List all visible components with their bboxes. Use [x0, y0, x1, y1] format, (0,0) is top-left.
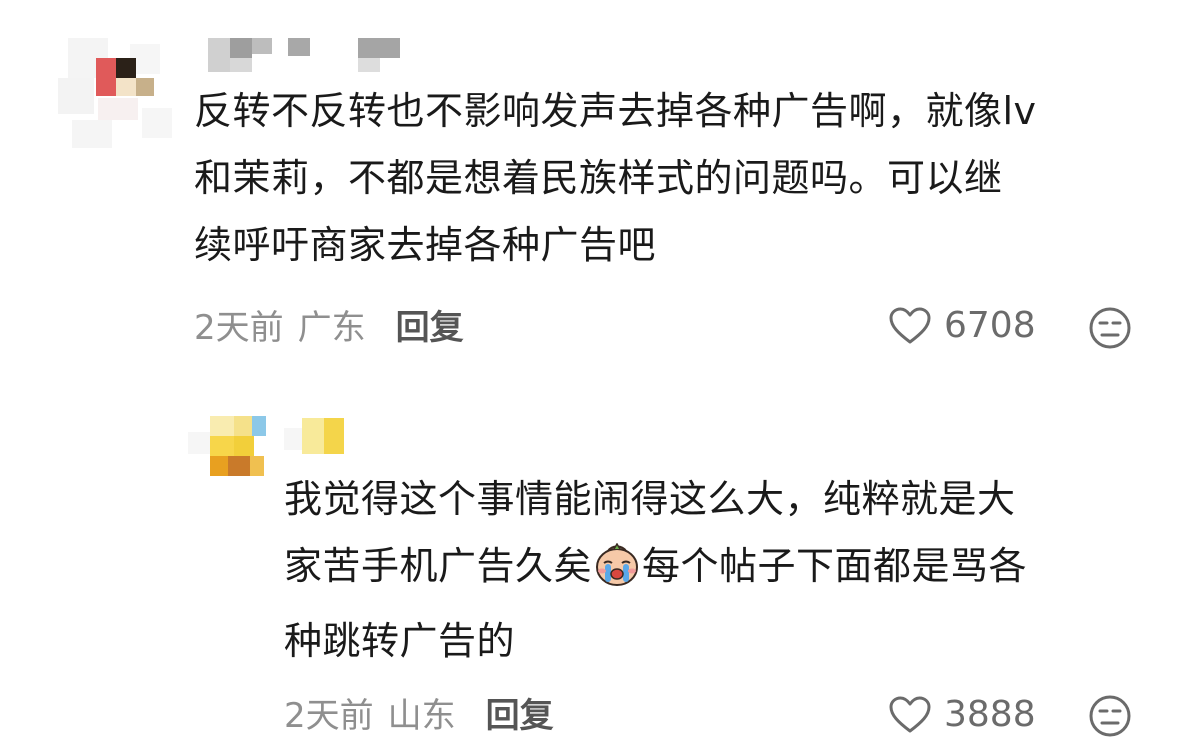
dislike-button[interactable]	[1088, 306, 1132, 354]
like-button[interactable]: 6708	[888, 305, 1036, 346]
comment-text-line: 家苦手机广告久矣 每个帖子下面都是骂各	[284, 533, 1027, 608]
like-count: 3888	[944, 694, 1036, 735]
username-blurred[interactable]	[208, 38, 408, 74]
comment-time: 2天前	[284, 696, 374, 736]
comment-location: 广东	[297, 308, 366, 348]
comment-text-line: 种跳转广告的	[284, 619, 516, 663]
comment-text-line: 续呼吁商家去掉各种广告吧	[194, 223, 657, 267]
like-count: 6708	[944, 305, 1036, 346]
comment-location: 山东	[387, 696, 456, 736]
meh-face-icon	[1089, 695, 1131, 737]
like-button[interactable]: 3888	[888, 694, 1036, 735]
comment-time: 2天前	[194, 308, 284, 348]
comment-meta: 2天前 山东 回复	[284, 696, 554, 736]
comment-text-segment: 每个帖子下面都是骂各	[642, 544, 1028, 588]
avatar[interactable]	[58, 38, 178, 148]
comment-meta: 2天前 广东 回复	[194, 308, 464, 348]
username-blurred[interactable]	[284, 418, 354, 458]
avatar[interactable]	[188, 416, 278, 478]
heart-outline-icon	[889, 307, 931, 343]
comment-text-line: 反转不反转也不影响发声去掉各种广告啊，就像lv	[194, 89, 1037, 133]
comment-text-segment: 家苦手机广告久矣	[284, 544, 593, 588]
comment-text-line: 和茉莉，不都是想着民族样式的问题吗。可以继	[194, 156, 1003, 200]
reply-button[interactable]: 回复	[486, 696, 554, 736]
comment-text-line: 我觉得这个事情能闹得这么大，纯粹就是大	[284, 477, 1016, 521]
comment-text: 反转不反转也不影响发声去掉各种广告啊，就像lv 和茉莉，不都是想着民族样式的问题…	[194, 78, 1037, 279]
dislike-button[interactable]	[1088, 694, 1132, 742]
meh-face-icon	[1089, 307, 1131, 349]
reply-button[interactable]: 回复	[396, 308, 464, 348]
crying-face-emoji	[594, 541, 640, 608]
comment-text: 我觉得这个事情能闹得这么大，纯粹就是大 家苦手机广告久矣 每个帖子下面都是骂各 …	[284, 466, 1027, 675]
heart-outline-icon	[889, 696, 931, 732]
